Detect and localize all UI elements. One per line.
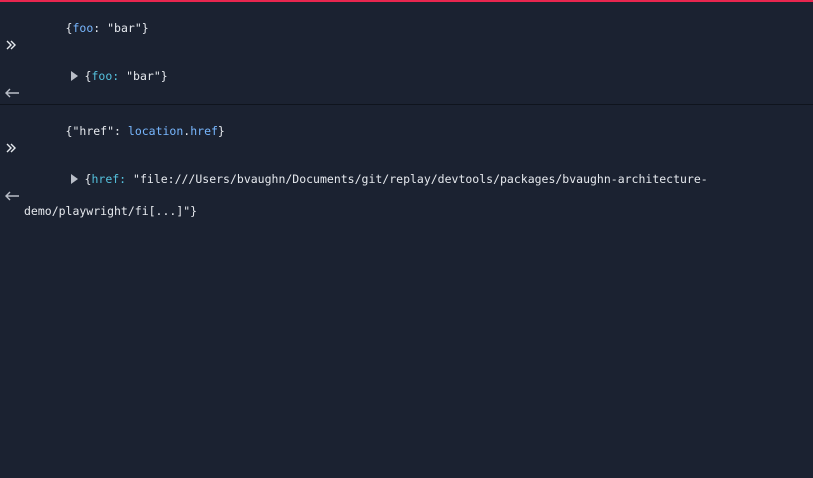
console-log: {foo: "bar"} {foo: "bar"} {"href": locat… (0, 2, 813, 223)
console-output-row: {href: "file:///Users/bvaughn/Documents/… (0, 155, 813, 203)
brace-close: } (160, 69, 168, 83)
brace-close: } (190, 204, 198, 218)
input-property: href (190, 124, 218, 138)
output-value-line-1: "file:///Users/bvaughn/Documents/git/rep… (133, 172, 708, 186)
arrow-left-icon (4, 157, 20, 201)
console-input-row: {foo: "bar"} (0, 4, 813, 52)
colon: : (93, 21, 108, 35)
brace-close: } (217, 124, 225, 138)
chevron-double-right-icon (4, 6, 20, 50)
chevron-double-right-icon (4, 109, 20, 153)
output-key: href: (91, 172, 127, 186)
input-key-string: "href" (72, 124, 115, 138)
output-value: "bar" (126, 69, 161, 83)
output-key: foo: (91, 69, 120, 83)
expand-triangle-icon[interactable] (70, 71, 78, 81)
input-key: foo (72, 21, 94, 35)
arrow-left-icon (4, 54, 20, 98)
colon: : (114, 124, 128, 138)
expand-triangle-icon[interactable] (70, 174, 78, 184)
console-entry: {"href": location.href} {href: "file:///… (0, 105, 813, 223)
console-entry: {foo: "bar"} {foo: "bar"} (0, 2, 813, 105)
input-object: location (127, 124, 184, 138)
input-value: "bar" (107, 21, 142, 35)
brace-close: } (141, 21, 149, 35)
console-output-wrap: demo/playwright/fi[...]"} (0, 203, 813, 219)
output-value-line-2: demo/playwright/fi[...]" (24, 204, 191, 218)
console-input-row: {"href": location.href} (0, 107, 813, 155)
console-output-row: {foo: "bar"} (0, 52, 813, 100)
